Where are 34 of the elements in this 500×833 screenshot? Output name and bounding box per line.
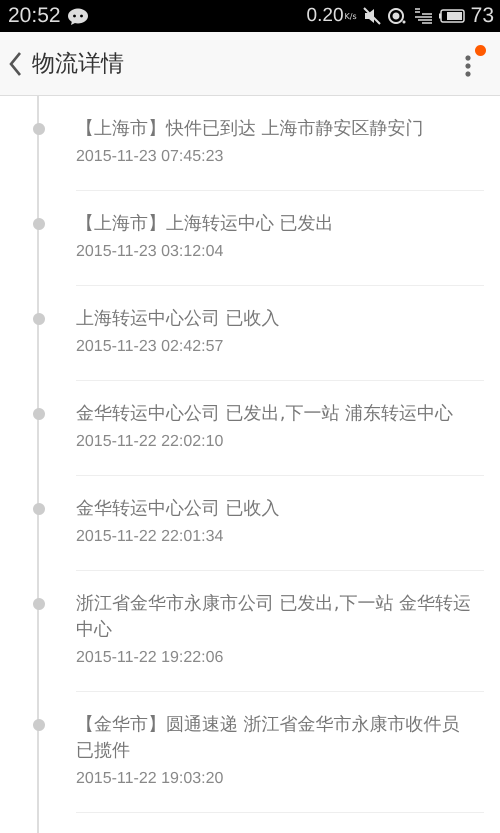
target-icon bbox=[386, 7, 407, 25]
battery-icon bbox=[438, 9, 465, 23]
event-text: 上海转运中心公司 已收入 bbox=[76, 307, 281, 331]
signal-icon bbox=[412, 7, 433, 25]
network-speed: 0.20 bbox=[306, 5, 344, 27]
timeline-dot bbox=[33, 218, 45, 230]
page-title: 物流详情 bbox=[32, 50, 125, 79]
timeline-dot bbox=[33, 598, 45, 610]
event-text: 【金华市】圆通速递 浙江省金华市永康市收件员已揽件 bbox=[76, 713, 461, 763]
event-time: 2015-11-23 07:45:23 bbox=[76, 147, 224, 167]
event-text: 浙江省金华市永康市公司 已发出,下一站 金华转运中心 bbox=[76, 592, 472, 642]
event-time: 2015-11-22 22:02:10 bbox=[76, 432, 224, 452]
more-icon bbox=[464, 52, 472, 78]
event-time: 2015-11-23 03:12:04 bbox=[76, 242, 224, 262]
event-time: 2015-11-22 19:03:20 bbox=[76, 769, 224, 789]
back-icon bbox=[8, 50, 22, 76]
event-time: 2015-11-22 19:22:06 bbox=[76, 648, 224, 668]
event-text: 【上海市】快件已到达 上海市静安区静安门 bbox=[76, 117, 425, 141]
speed-unit: K/s bbox=[344, 12, 357, 21]
event-time: 2015-11-22 22:01:34 bbox=[76, 527, 224, 547]
timeline-dot bbox=[33, 408, 45, 420]
timeline-dot bbox=[33, 719, 45, 731]
timeline-dot bbox=[33, 313, 45, 325]
event-text: 金华转运中心公司 已发出,下一站 浦东转运中心 bbox=[76, 402, 454, 426]
event-text: 【上海市】上海转运中心 已发出 bbox=[76, 212, 335, 236]
timeline-dot bbox=[33, 503, 45, 515]
timeline-dot bbox=[33, 123, 45, 135]
clock: 20:52 bbox=[8, 4, 61, 28]
back-button[interactable] bbox=[8, 50, 22, 76]
event-time: 2015-11-23 02:42:57 bbox=[76, 337, 224, 357]
battery-level: 73 bbox=[470, 4, 494, 28]
muted-speaker-icon bbox=[362, 7, 381, 25]
chat-icon bbox=[66, 7, 89, 25]
event-text: 金华转运中心公司 已收入 bbox=[76, 497, 281, 521]
